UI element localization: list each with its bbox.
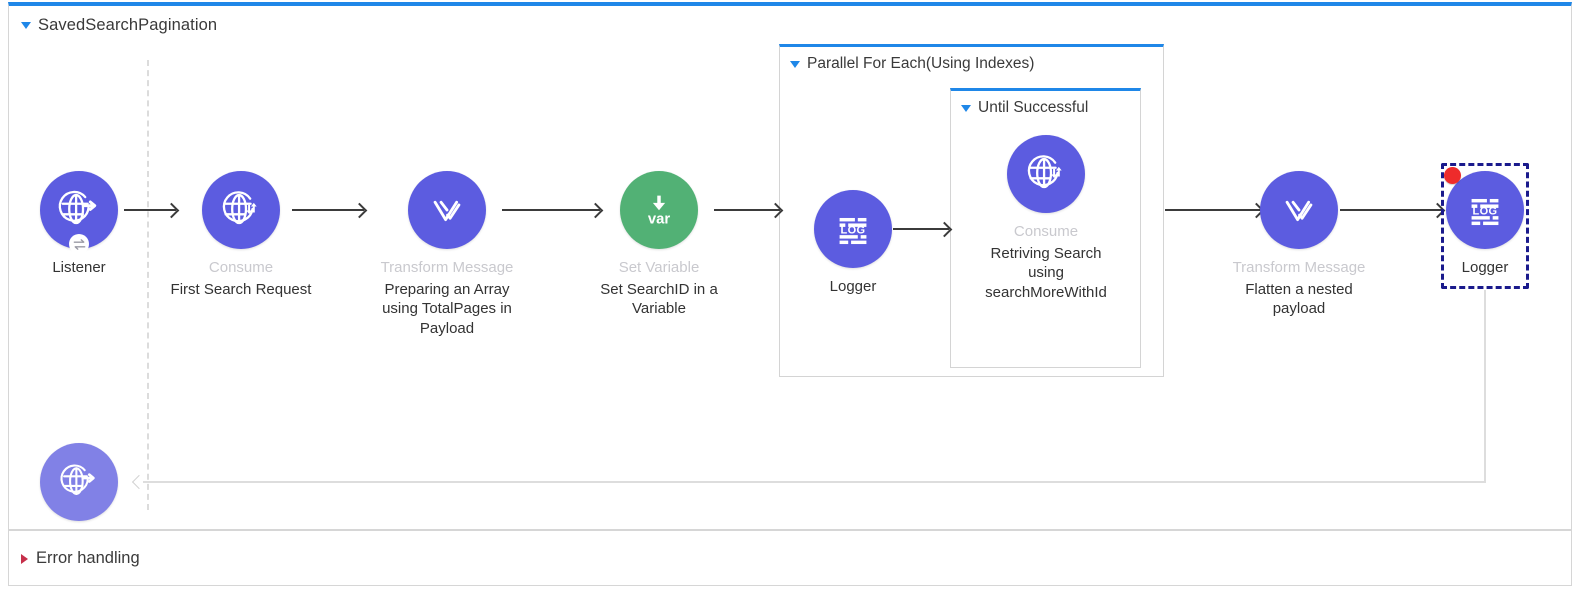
node-logger2-label: Logger xyxy=(1461,259,1509,276)
node-transform2-type: Transform Message xyxy=(1232,259,1366,276)
caret-down-icon[interactable] xyxy=(21,22,31,29)
error-handling-header[interactable]: Error handling xyxy=(21,549,140,568)
node-logger2-icon-wrap[interactable]: LOG xyxy=(1446,171,1524,249)
node-logger-1[interactable]: LOG Logger xyxy=(778,190,928,296)
node-logger1-icon-wrap[interactable]: LOG xyxy=(814,190,892,268)
node-consume2-label: Retriving Search using searchMoreWithId xyxy=(985,245,1107,301)
node-setvar-label: Set SearchID in a Variable xyxy=(600,281,718,318)
svg-text:var: var xyxy=(648,211,671,227)
globe-arrow-out-icon[interactable] xyxy=(40,443,118,521)
node-transform-preparing-array[interactable]: Transform Message Preparing an Array usi… xyxy=(372,171,522,338)
node-consume-retriving-search[interactable]: Consume Retriving Search using searchMor… xyxy=(971,135,1121,302)
scope-parallel-for-each-header[interactable]: Parallel For Each(Using Indexes) xyxy=(790,55,1034,73)
node-consume2-icon-wrap[interactable] xyxy=(1007,135,1085,213)
flow-header[interactable]: SavedSearchPagination xyxy=(21,16,217,35)
globe-arrows-icon[interactable] xyxy=(1007,135,1085,213)
globe-arrows-icon[interactable] xyxy=(202,171,280,249)
caret-right-icon[interactable] xyxy=(21,553,28,564)
error-handling-title: Error handling xyxy=(36,549,140,567)
return-path-horizontal xyxy=(143,481,1486,483)
node-listener-label: Listener xyxy=(52,259,106,276)
node-transform1-label: Preparing an Array using TotalPages in P… xyxy=(382,281,512,337)
node-listener[interactable]: Listener xyxy=(4,171,154,277)
node-logger-2[interactable]: LOG Logger xyxy=(1410,171,1560,277)
node-transform1-icon-wrap[interactable] xyxy=(408,171,486,249)
node-transform2-icon-wrap[interactable] xyxy=(1260,171,1338,249)
node-consume2-type: Consume xyxy=(1013,223,1079,240)
var-down-arrow-icon[interactable]: var xyxy=(620,171,698,249)
node-response[interactable] xyxy=(4,443,154,521)
dataweave-icon[interactable] xyxy=(1260,171,1338,249)
log-icon[interactable]: LOG xyxy=(1446,171,1524,249)
node-transform2-label: Flatten a nested payload xyxy=(1245,281,1353,318)
node-set-variable-searchid[interactable]: var Set Variable Set SearchID in a Varia… xyxy=(584,171,734,319)
scope-until-successful-title: Until Successful xyxy=(978,99,1089,116)
node-listener-icon-wrap[interactable] xyxy=(40,171,118,254)
caret-down-icon[interactable] xyxy=(961,104,971,112)
flow-canvas[interactable]: SavedSearchPagination Parallel For Each(… xyxy=(0,0,1580,612)
flow-title: SavedSearchPagination xyxy=(38,16,218,34)
scope-until-successful-header[interactable]: Until Successful xyxy=(961,99,1088,117)
node-logger1-label: Logger xyxy=(829,278,877,295)
node-response-icon-wrap[interactable] xyxy=(40,443,118,521)
node-consume1-label: First Search Request xyxy=(170,281,312,299)
scope-parallel-for-each-title: Parallel For Each(Using Indexes) xyxy=(807,55,1035,72)
caret-down-icon[interactable] xyxy=(790,60,800,68)
node-consume1-icon-wrap[interactable] xyxy=(202,171,280,249)
node-consume1-type: Consume xyxy=(208,259,274,276)
return-path-vertical xyxy=(1484,290,1486,482)
error-badge-dot xyxy=(1444,167,1461,184)
svg-text:LOG: LOG xyxy=(1472,205,1497,217)
svg-text:LOG: LOG xyxy=(840,224,865,236)
dataweave-icon[interactable] xyxy=(408,171,486,249)
node-transform-flatten-payload[interactable]: Transform Message Flatten a nested paylo… xyxy=(1224,171,1374,319)
node-transform1-type: Transform Message xyxy=(380,259,514,276)
error-handling-container[interactable]: Error handling xyxy=(8,530,1572,586)
node-consume-first-search-request[interactable]: Consume First Search Request xyxy=(166,171,316,299)
node-setvar-icon-wrap[interactable]: var xyxy=(620,171,698,249)
exchange-icon xyxy=(69,234,89,254)
log-icon[interactable]: LOG xyxy=(814,190,892,268)
node-setvar-type: Set Variable xyxy=(618,259,700,276)
